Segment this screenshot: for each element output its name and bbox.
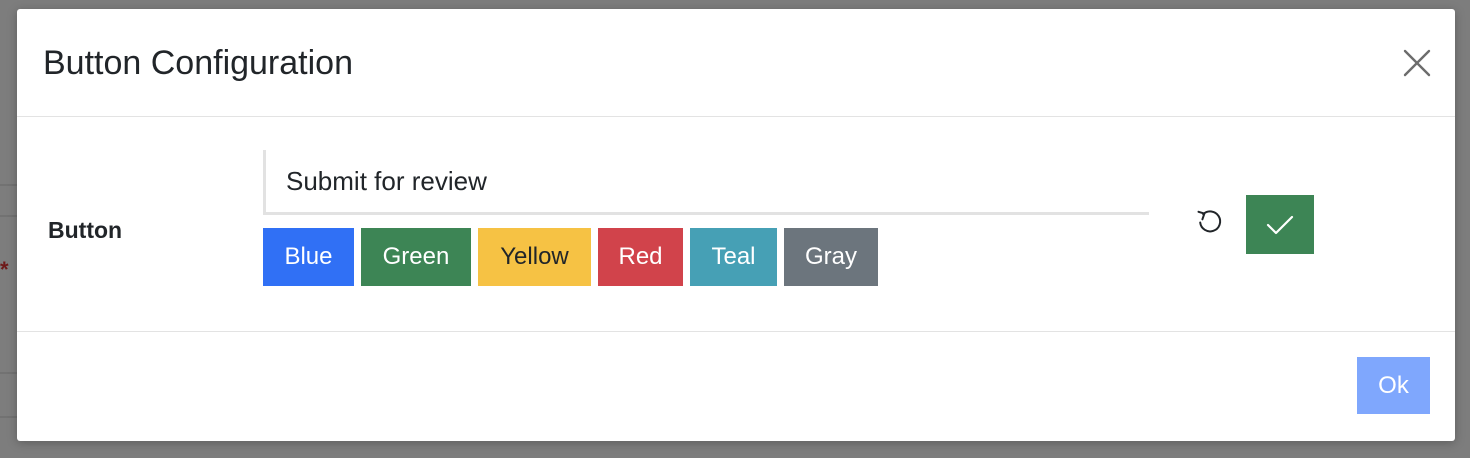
modal-footer: Ok: [17, 332, 1455, 440]
background-divider: [0, 372, 17, 374]
background-divider: [0, 215, 17, 217]
reset-button[interactable]: [1195, 207, 1225, 237]
background-divider: [0, 184, 17, 186]
color-swatch-green[interactable]: Green: [361, 228, 471, 286]
check-icon: [1266, 215, 1294, 234]
color-swatch-teal[interactable]: Teal: [690, 228, 777, 286]
modal-body: Button BlueGreenYellowRedTealGray: [17, 117, 1455, 332]
color-swatch-blue[interactable]: Blue: [263, 228, 354, 286]
undo-icon: [1197, 210, 1222, 233]
color-swatch-red[interactable]: Red: [598, 228, 683, 286]
button-text-input[interactable]: [263, 150, 1149, 215]
modal-header: Button Configuration: [17, 9, 1455, 117]
button-configuration-modal: Button Configuration Button BlueGreenYel…: [17, 9, 1455, 441]
close-icon: [1403, 49, 1431, 77]
modal-title: Button Configuration: [43, 44, 353, 82]
color-swatch-gray[interactable]: Gray: [784, 228, 878, 286]
color-swatch-yellow[interactable]: Yellow: [478, 228, 591, 286]
button-field-label: Button: [48, 217, 123, 243]
background-required-marker: *: [0, 257, 9, 282]
background-divider: [0, 416, 17, 418]
color-swatch-group: Blue Green Yellow Red Teal Gray: [263, 228, 885, 286]
ok-button[interactable]: Ok: [1357, 357, 1430, 414]
confirm-button[interactable]: [1246, 195, 1314, 254]
close-button[interactable]: [1401, 47, 1433, 79]
